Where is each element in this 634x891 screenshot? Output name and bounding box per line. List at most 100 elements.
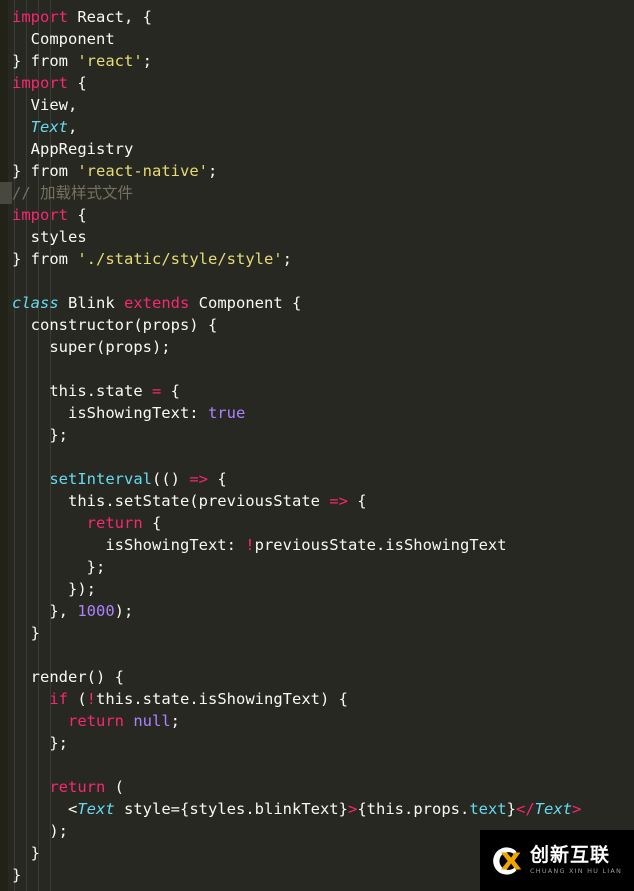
code-token: Component [12, 30, 115, 48]
code-line[interactable]: }); [0, 578, 634, 600]
code-token: 'react' [77, 52, 143, 70]
code-token: text [469, 800, 507, 818]
code-token: styles [12, 228, 87, 246]
code-token: return [68, 712, 124, 730]
code-line[interactable]: class Blink extends Component { [0, 292, 634, 314]
code-token: isShowingText: [12, 404, 208, 422]
code-token: }, [12, 602, 78, 620]
code-token: { [68, 74, 87, 92]
code-token: null [133, 712, 171, 730]
code-token: Text [30, 118, 68, 136]
code-token: ( [105, 778, 124, 796]
code-token: Text [77, 800, 115, 818]
code-line[interactable] [0, 754, 634, 776]
code-token: // 加载样式文件 [12, 184, 133, 202]
code-line[interactable]: return { [0, 512, 634, 534]
code-token: this.state.isShowingText) { [96, 690, 348, 708]
code-token: < [68, 800, 78, 818]
code-token: => [329, 492, 348, 510]
code-token: } [12, 250, 31, 268]
code-token: from [30, 52, 68, 70]
code-line[interactable]: } from './static/style/style'; [0, 248, 634, 270]
code-line[interactable]: render() { [0, 666, 634, 688]
code-token: => [189, 470, 208, 488]
code-line[interactable]: Component [0, 28, 634, 50]
code-token: style= [114, 800, 180, 818]
code-token: true [207, 404, 246, 422]
code-line[interactable] [0, 644, 634, 666]
code-token: ; [282, 250, 292, 268]
code-token: 1000 [77, 602, 115, 620]
code-line[interactable]: import { [0, 72, 634, 94]
code-token: ); [12, 822, 68, 840]
code-line[interactable]: styles [0, 226, 634, 248]
code-token: ); [114, 602, 134, 620]
code-token: import [12, 206, 68, 224]
code-token: setInterval [49, 470, 152, 488]
watermark-text: 创新互联 CHUANG XIN HU LIAN [530, 846, 622, 875]
code-line[interactable]: Text, [0, 116, 634, 138]
code-line[interactable]: }, 1000); [0, 600, 634, 622]
code-line[interactable] [0, 358, 634, 380]
code-token: , [68, 118, 78, 136]
code-line[interactable]: }; [0, 732, 634, 754]
code-line[interactable]: super(props); [0, 336, 634, 358]
code-line[interactable]: }; [0, 556, 634, 578]
code-token: }; [12, 734, 68, 752]
code-line[interactable]: } from 'react'; [0, 50, 634, 72]
code-line[interactable]: constructor(props) { [0, 314, 634, 336]
code-token: AppRegistry [12, 140, 134, 158]
code-line[interactable]: isShowingText: !previousState.isShowingT… [0, 534, 634, 556]
code-line[interactable]: this.state = { [0, 380, 634, 402]
code-token: = [151, 382, 162, 400]
code-token: from [30, 162, 68, 180]
code-line[interactable]: this.setState(previousState => { [0, 490, 634, 512]
code-token: </ [515, 800, 535, 818]
code-line[interactable]: <Text style={styles.blinkText}>{this.pro… [0, 798, 634, 820]
code-line[interactable]: setInterval(() => { [0, 468, 634, 490]
code-token: 'react-native' [77, 162, 208, 180]
code-token: ; [170, 712, 181, 730]
code-line[interactable]: View, [0, 94, 634, 116]
code-line[interactable] [0, 446, 634, 468]
code-editor: import React, { Component} from 'react';… [0, 0, 634, 891]
code-line[interactable]: }; [0, 424, 634, 446]
code-token: constructor(props) { [12, 316, 218, 334]
code-token: ( [68, 690, 87, 708]
code-token: } [506, 800, 516, 818]
code-token: { [347, 492, 367, 510]
code-line[interactable]: // 加载样式文件 [0, 182, 634, 204]
code-token: React, { [68, 8, 152, 26]
code-token: ; [208, 162, 218, 180]
code-token: (() [151, 470, 190, 488]
code-token: {styles.blinkText} [180, 800, 348, 818]
code-token: ; [142, 52, 153, 70]
code-line[interactable]: return ( [0, 776, 634, 798]
code-content[interactable]: import React, { Component} from 'react';… [0, 0, 634, 886]
code-token: extends [124, 294, 190, 312]
code-line[interactable]: import React, { [0, 6, 634, 28]
code-line[interactable]: import { [0, 204, 634, 226]
code-token: }); [12, 580, 96, 598]
code-token: previousState.isShowingText [254, 536, 507, 554]
code-line[interactable]: return null; [0, 710, 634, 732]
code-token: Component { [189, 294, 302, 312]
code-line[interactable]: AppRegistry [0, 138, 634, 160]
code-line[interactable]: isShowingText: true [0, 402, 634, 424]
code-line[interactable] [0, 270, 634, 292]
code-token: ! [245, 536, 255, 554]
code-token: } [12, 866, 22, 884]
code-line[interactable]: } from 'react-native'; [0, 160, 634, 182]
code-token: this.state [12, 382, 152, 400]
code-token: super(props); [12, 338, 171, 356]
code-line[interactable]: } [0, 622, 634, 644]
code-token: }; [12, 558, 106, 576]
code-line[interactable]: if (!this.state.isShowingText) { [0, 688, 634, 710]
code-token: ! [86, 690, 97, 708]
